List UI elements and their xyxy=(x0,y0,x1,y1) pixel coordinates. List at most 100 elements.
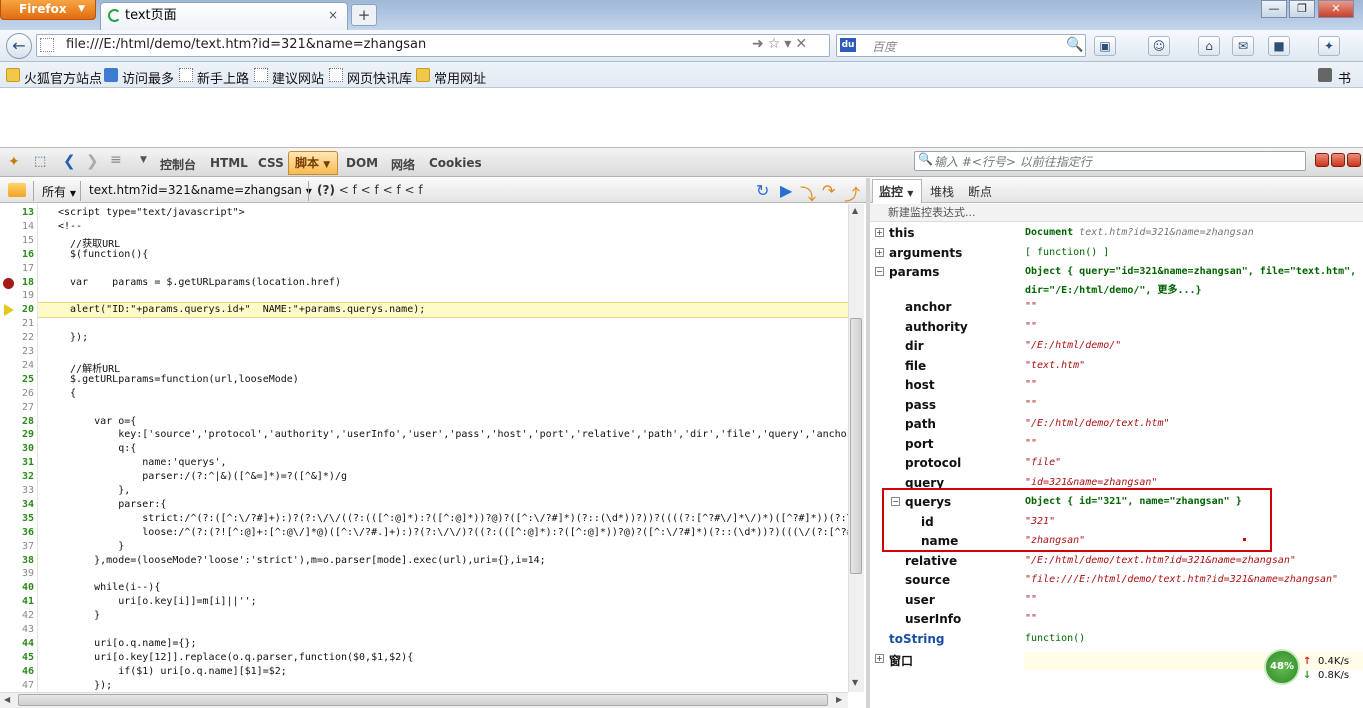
watch-name[interactable]: userInfo xyxy=(905,612,961,626)
scroll-right-icon[interactable]: ▶ xyxy=(836,695,842,704)
bookmarks-menu-icon[interactable] xyxy=(1318,68,1332,82)
watch-value[interactable]: "" xyxy=(1025,321,1037,332)
line-number[interactable]: 21 xyxy=(0,318,34,329)
watch-value[interactable]: "" xyxy=(1025,301,1037,312)
url-text[interactable]: file:///E:/html/demo/text.htm?id=321&nam… xyxy=(66,37,426,52)
line-number[interactable]: 30 xyxy=(0,443,34,454)
watch-row[interactable]: protocol "file" xyxy=(870,454,1363,473)
line-number[interactable]: 35 xyxy=(0,513,34,524)
code-line[interactable]: } xyxy=(58,610,100,621)
inspect-icon[interactable]: ⬚ xyxy=(34,154,46,169)
watch-name[interactable]: 窗口 xyxy=(889,652,913,669)
tab-console[interactable]: 控制台 xyxy=(160,156,196,173)
firebug-minimize-button[interactable] xyxy=(1315,153,1329,167)
tab-text-page[interactable]: text页面 xyxy=(100,2,348,30)
firebug-close-button[interactable] xyxy=(1347,153,1361,167)
code-line[interactable]: strict:/^(?:([^:\/?#]+):)?(?:\/\/((?:(([… xyxy=(58,513,848,524)
watch-row[interactable]: + this Document text.htm?id=321&name=zhangs… xyxy=(870,224,1363,243)
line-number[interactable]: 38 xyxy=(0,555,34,566)
code-line[interactable]: var params = $.getURLparams(location.hre… xyxy=(58,277,341,288)
screenshot-icon[interactable]: ▣ xyxy=(1094,36,1116,56)
line-number[interactable]: 22 xyxy=(0,332,34,343)
tab-stack[interactable]: 堆栈 xyxy=(930,183,954,200)
code-line[interactable]: //解析URL xyxy=(58,360,120,375)
line-number[interactable]: 45 xyxy=(0,652,34,663)
watch-name[interactable]: file xyxy=(905,359,926,373)
line-number[interactable]: 14 xyxy=(0,221,34,232)
emoticon-icon[interactable]: ☺ xyxy=(1148,36,1170,56)
search-icon[interactable]: 🔍 xyxy=(1066,37,1083,53)
rerun-icon[interactable]: ↻ xyxy=(756,181,769,200)
new-tab-button[interactable]: + xyxy=(351,4,377,26)
code-line[interactable]: <!-- xyxy=(58,221,82,232)
bookmark-item[interactable]: 网页快讯库 xyxy=(347,68,412,87)
watch-value[interactable]: [ function() ] xyxy=(1025,247,1109,258)
firebug-menu-icon[interactable]: ✦ xyxy=(8,154,20,170)
code-line[interactable]: $.getURLparams=function(url,looseMode) xyxy=(58,374,299,385)
code-line[interactable]: key:['source','protocol','authority','us… xyxy=(58,429,848,440)
code-line[interactable]: uri[o.q.name]={}; xyxy=(58,638,196,649)
expand-icon[interactable]: + xyxy=(875,228,884,237)
chevron-down-icon[interactable]: ▼ xyxy=(140,155,147,165)
line-number[interactable]: 15 xyxy=(0,235,34,246)
line-number[interactable]: 47 xyxy=(0,680,34,691)
watch-value[interactable]: Document text.htm?id=321&name=zhangsan xyxy=(1025,227,1254,238)
watch-row[interactable]: anchor "" xyxy=(870,298,1363,317)
tab-breakpoints[interactable]: 断点 xyxy=(968,183,992,200)
watch-value[interactable]: "" xyxy=(1025,379,1037,390)
watch-row[interactable]: relative "/E:/html/demo/text.htm?id=321&n… xyxy=(870,552,1363,571)
bookmark-item[interactable]: 建议网站 xyxy=(272,68,324,87)
line-number[interactable]: 29 xyxy=(0,429,34,440)
line-number[interactable]: 24 xyxy=(0,360,34,371)
code-line[interactable]: } xyxy=(58,541,124,552)
code-line[interactable]: parser:/(?:^|&)([^&=]*)=?([^&]*)/g xyxy=(58,471,347,482)
watch-name[interactable]: port xyxy=(905,437,934,451)
bookmark-item[interactable]: 访问最多 xyxy=(122,68,174,87)
code-line[interactable]: }); xyxy=(58,332,88,343)
watch-value[interactable]: "" xyxy=(1025,399,1037,410)
code-line[interactable]: }, xyxy=(58,485,130,496)
expand-icon[interactable]: + xyxy=(875,654,884,663)
home-icon[interactable]: ⌂ xyxy=(1198,36,1220,56)
tab-dom[interactable]: DOM xyxy=(346,156,378,170)
code-line[interactable]: if($1) uri[o.q.name][$1]=$2; xyxy=(58,666,287,677)
restore-button[interactable]: ❐ xyxy=(1289,0,1315,18)
search-input[interactable]: 百度 xyxy=(872,38,896,55)
line-number[interactable]: 23 xyxy=(0,346,34,357)
code-line[interactable]: { xyxy=(58,388,76,399)
horizontal-scroll-thumb[interactable] xyxy=(18,694,828,706)
watch-row[interactable]: user "" xyxy=(870,591,1363,610)
dropdown-icon[interactable]: ▾ xyxy=(784,36,795,52)
firebug-icon[interactable]: ✦ xyxy=(1318,36,1340,56)
line-number[interactable]: 33 xyxy=(0,485,34,496)
code-line[interactable]: uri[o.key[i]]=m[i]||''; xyxy=(58,596,256,607)
code-line[interactable]: parser:{ xyxy=(58,499,166,510)
code-line[interactable]: q:{ xyxy=(58,443,136,454)
star-icon[interactable]: ☆ xyxy=(768,36,785,52)
line-number[interactable]: 13 xyxy=(0,207,34,218)
code-line[interactable]: },mode=(looseMode?'loose':'strict'),m=o.… xyxy=(58,555,546,566)
watch-name[interactable]: authority xyxy=(905,320,968,334)
watch-name[interactable]: toString xyxy=(889,632,945,646)
expand-icon[interactable]: + xyxy=(875,248,884,257)
line-number[interactable]: 32 xyxy=(0,471,34,482)
mail-icon[interactable]: ✉ xyxy=(1232,36,1254,56)
new-watch-expression[interactable]: 新建监控表达式... xyxy=(870,204,1363,222)
go-icon[interactable]: ➜ xyxy=(752,36,768,52)
watch-name[interactable]: this xyxy=(889,226,915,240)
bookmark-item[interactable]: 火狐官方站点 xyxy=(24,68,102,87)
source-code[interactable]: <script type="text/javascript"> <!-- //获取… xyxy=(38,204,848,692)
line-number[interactable]: 42 xyxy=(0,610,34,621)
watch-value[interactable]: "id=321&name=zhangsan" xyxy=(1025,477,1157,488)
watch-value[interactable]: "/E:/html/demo/text.htm?id=321&name=zhan… xyxy=(1025,555,1296,566)
file-dropdown[interactable]: text.htm?id=321&name=zhangsan ▼ xyxy=(89,183,312,197)
watch-value[interactable]: "file" xyxy=(1025,457,1061,468)
line-number[interactable]: 31 xyxy=(0,457,34,468)
call-stack-breadcrumb[interactable]: (?) < f < f < f < f xyxy=(317,183,423,197)
line-number[interactable]: 19 xyxy=(0,290,34,301)
step-over-icon[interactable]: ↷ xyxy=(822,181,835,200)
tab-css[interactable]: CSS xyxy=(258,156,284,170)
line-number[interactable]: 46 xyxy=(0,666,34,677)
firebug-detach-button[interactable] xyxy=(1331,153,1345,167)
line-number[interactable]: 44 xyxy=(0,638,34,649)
